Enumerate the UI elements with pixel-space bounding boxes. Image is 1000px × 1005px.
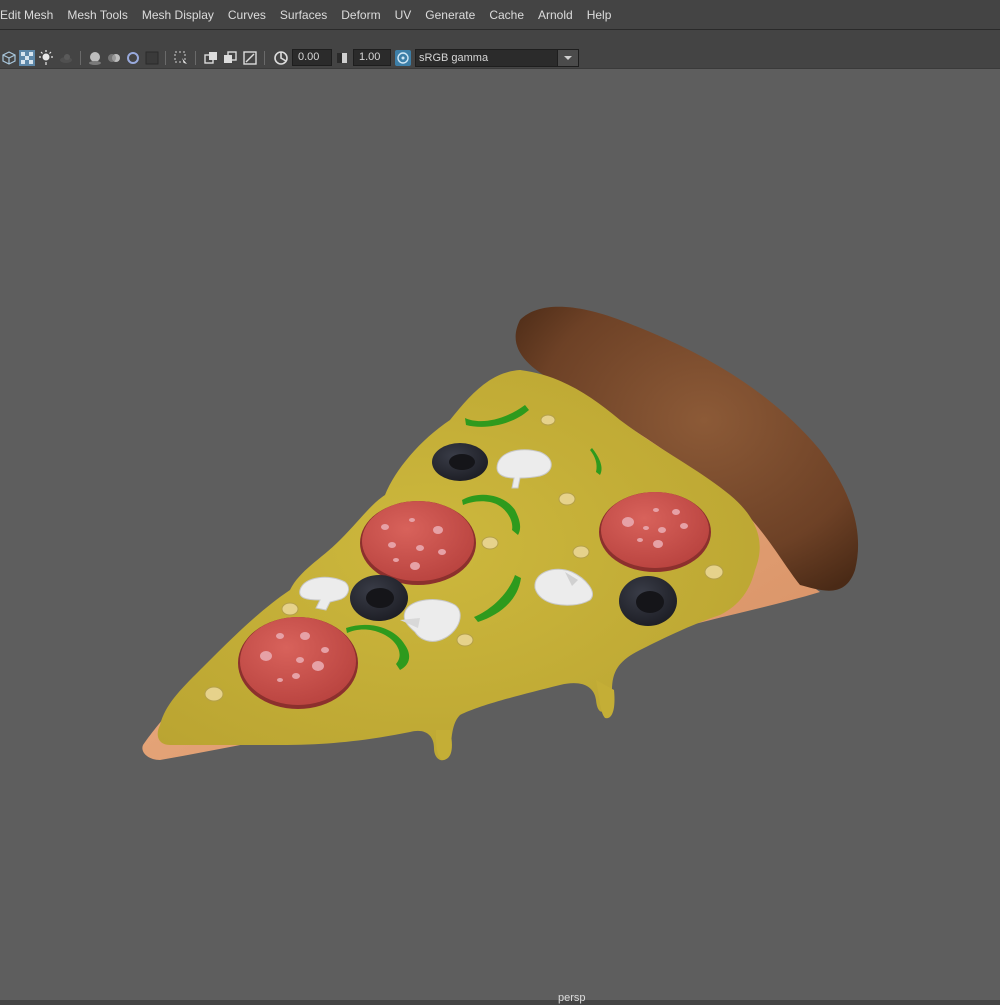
menu-cache[interactable]: Cache [482,6,531,24]
menu-help[interactable]: Help [580,6,619,24]
menu-surfaces[interactable]: Surfaces [273,6,334,24]
antialias-icon[interactable] [125,50,141,66]
gamma-field[interactable]: 1.00 [353,49,391,66]
panel-toolbar: 0.00 1.00 sRGB gamma [0,47,1000,69]
color-space-label: sRGB gamma [419,52,489,64]
exposure-field[interactable]: 0.00 [292,49,332,66]
menu-edit-mesh[interactable]: Edit Mesh [0,6,60,24]
menu-bar: Edit Mesh Mesh Tools Mesh Display Curves… [0,0,1000,30]
texture-icon[interactable] [144,50,160,66]
toolbar-separator [165,51,166,65]
toolbar-separator [195,51,196,65]
ambient-occlusion-icon[interactable] [87,50,103,66]
shaded-checker-icon[interactable] [19,50,35,66]
menu-arnold[interactable]: Arnold [531,6,580,24]
menu-generate[interactable]: Generate [418,6,482,24]
backface-icon[interactable] [242,50,258,66]
xray-joints-icon[interactable] [222,50,238,66]
pepperoni-slice [238,617,358,709]
gamma-icon[interactable] [334,50,350,66]
olive [619,576,677,626]
isolate-select-icon[interactable] [173,50,189,66]
color-management-icon[interactable] [395,50,411,66]
menu-mesh-display[interactable]: Mesh Display [135,6,221,24]
wireframe-cube-icon[interactable] [1,50,17,66]
menu-uv[interactable]: UV [388,6,419,24]
viewport-3d[interactable] [0,69,1000,1000]
xray-icon[interactable] [203,50,219,66]
toolbar-separator [80,51,81,65]
shelf-area [0,30,1000,47]
dropdown-arrow-icon [564,56,572,60]
olive [432,443,488,481]
olive [350,575,408,621]
menu-curves[interactable]: Curves [221,6,273,24]
pepperoni-slice [599,492,711,572]
pepperoni-slice [360,501,476,585]
light-bulb-icon[interactable] [38,50,54,66]
exposure-icon[interactable] [273,50,289,66]
pizza-slice-model[interactable] [0,69,1000,1000]
toolbar-separator [264,51,265,65]
menu-mesh-tools[interactable]: Mesh Tools [60,6,134,24]
camera-label: persp [558,992,586,1004]
dropdown-button[interactable] [557,50,578,66]
color-space-dropdown[interactable]: sRGB gamma [415,49,579,67]
motion-blur-icon[interactable] [106,50,122,66]
menu-deform[interactable]: Deform [334,6,387,24]
shadow-icon[interactable] [58,50,74,66]
